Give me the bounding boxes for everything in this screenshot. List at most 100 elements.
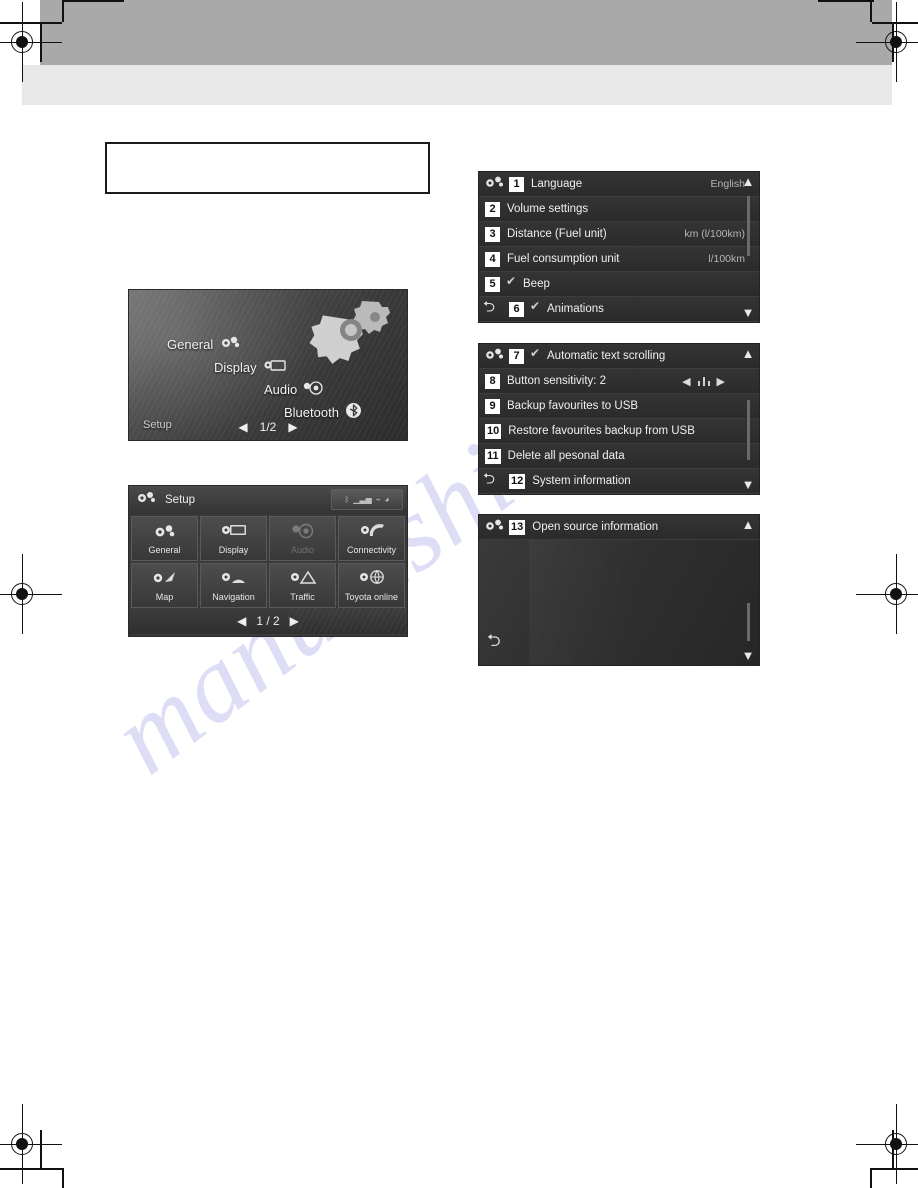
- scroll-thumb[interactable]: [747, 603, 750, 641]
- table-row[interactable]: 5 Beep: [479, 272, 759, 297]
- row-label: Animations: [547, 303, 604, 315]
- toyota-online-icon: [358, 569, 386, 589]
- splash-entry-general[interactable]: General: [167, 335, 241, 353]
- setup-tile-label: Audio: [290, 545, 315, 555]
- setup-tile-toyota-online[interactable]: Toyota online: [338, 563, 405, 608]
- row-label: Open source information: [532, 521, 659, 533]
- setup-tile-general[interactable]: General: [131, 516, 198, 561]
- table-row[interactable]: 7 Automatic text scrolling: [479, 344, 759, 369]
- scroll-down-arrow[interactable]: ▼: [742, 649, 755, 662]
- table-row[interactable]: 3 Distance (Fuel unit) km (l/100km): [479, 222, 759, 247]
- bluetooth-icon: ᛒ: [344, 494, 350, 504]
- table-row[interactable]: ⮌ 12 System information: [479, 469, 759, 494]
- setup-grid-titlebar: Setup ᛒ ▁▃▅ ⌁ ◕: [129, 486, 407, 514]
- splash-prev-arrow[interactable]: ◀: [238, 420, 247, 434]
- splash-next-arrow[interactable]: ▶: [288, 420, 297, 434]
- gear-icon: [152, 523, 178, 542]
- checkbox-checked-icon[interactable]: [530, 346, 542, 362]
- setup-tile-grid: General Display Audio Connectivity Map N…: [129, 514, 407, 608]
- row-label: System information: [532, 475, 631, 487]
- row-label: Fuel consumption unit: [507, 253, 620, 265]
- display-icon: [263, 358, 287, 377]
- setup-tile-label: General: [148, 544, 181, 555]
- row-number: 11: [485, 448, 501, 464]
- scroll-up-arrow[interactable]: ▲: [742, 347, 755, 360]
- general-settings-list-screenshot-2: 7 Automatic text scrolling 8 Button sens…: [478, 343, 760, 495]
- row-number: 4: [485, 251, 500, 267]
- back-arrow-icon[interactable]: ⮌: [483, 469, 495, 494]
- setup-tile-connectivity[interactable]: Connectivity: [338, 516, 405, 561]
- header-band-light: [22, 65, 892, 105]
- scroll-down-arrow[interactable]: ▼: [742, 478, 755, 491]
- back-arrow-icon[interactable]: ⮌: [483, 297, 495, 322]
- setup-tile-label: Navigation: [212, 592, 255, 602]
- row-label: Delete all pesonal data: [507, 450, 625, 462]
- checkbox-checked-icon[interactable]: [530, 299, 542, 315]
- row-label: Distance (Fuel unit): [507, 228, 607, 240]
- setup-tile-traffic[interactable]: Traffic: [269, 563, 336, 608]
- splash-entry-display[interactable]: Display: [214, 358, 287, 377]
- table-row[interactable]: 10 Restore favourites backup from USB: [479, 419, 759, 444]
- display-icon: [220, 522, 248, 542]
- signal-bars-icon: ▁▃▅: [353, 494, 372, 504]
- gear-icon: [483, 518, 505, 537]
- row-label: Volume settings: [507, 203, 589, 215]
- splash-entry-label: General: [167, 336, 214, 352]
- table-row[interactable]: 9 Backup favourites to USB: [479, 394, 759, 419]
- scroll-thumb[interactable]: [747, 196, 750, 256]
- table-row[interactable]: 8 Button sensitivity: 2 ◀ ▶: [479, 369, 759, 394]
- row-number: 8: [485, 373, 500, 389]
- row-number: 6: [509, 301, 524, 317]
- splash-pager: ◀ 1/2 ▶: [129, 420, 407, 434]
- table-row[interactable]: 2 Volume settings: [479, 197, 759, 222]
- splash-page-indicator: 1/2: [259, 420, 277, 434]
- open-source-information-screenshot: 13 Open source information ⮌ ▲ ▼ EN4008D…: [478, 514, 760, 666]
- setup-grid-screenshot: Setup ᛒ ▁▃▅ ⌁ ◕ General Display Audio Co…: [128, 485, 408, 637]
- table-row[interactable]: 1 Language English: [479, 172, 759, 197]
- gear-icon: [483, 347, 505, 366]
- row-number: 12: [509, 473, 526, 489]
- setup-tile-label: Traffic: [290, 592, 315, 602]
- row-label: Backup favourites to USB: [507, 400, 639, 412]
- setup-tile-map[interactable]: Map: [131, 563, 198, 608]
- back-arrow-icon[interactable]: ⮌: [487, 628, 501, 657]
- table-row[interactable]: 13 Open source information: [479, 515, 759, 540]
- gear-icon: [135, 490, 157, 510]
- table-row[interactable]: ⮌ 6 Animations: [479, 297, 759, 322]
- sensitivity-next-arrow[interactable]: ▶: [717, 375, 725, 388]
- row-number: 10: [485, 423, 502, 439]
- row-number: 3: [485, 226, 500, 242]
- registration-mark-top-left: [0, 2, 62, 82]
- large-gear-icon: [307, 298, 393, 369]
- table-row[interactable]: 4 Fuel consumption unit l/100km: [479, 247, 759, 272]
- manual-page: manualshive: [0, 0, 918, 1188]
- registration-mark-top-right: [856, 2, 918, 82]
- setup-tile-label: Toyota online: [344, 592, 399, 602]
- row-number: 13: [509, 519, 526, 535]
- table-row[interactable]: 11 Delete all pesonal data: [479, 444, 759, 469]
- scroll-up-arrow[interactable]: ▲: [742, 518, 755, 531]
- setup-splash-screenshot: General Display Audio Bluetooth Setup ◀ …: [128, 289, 408, 441]
- scroll-thumb[interactable]: [747, 400, 750, 460]
- connectivity-icon: [358, 522, 386, 542]
- row-label: Language: [531, 178, 583, 190]
- scrollbar[interactable]: ▲ ▼: [737, 515, 759, 665]
- setup-tile-label: Connectivity: [346, 545, 397, 555]
- row-number: 5: [485, 276, 500, 292]
- setup-grid-next-arrow[interactable]: ▶: [290, 614, 299, 628]
- setup-grid-prev-arrow[interactable]: ◀: [237, 614, 246, 628]
- registration-mark-middle-right: [856, 554, 918, 634]
- sensitivity-prev-arrow[interactable]: ◀: [682, 375, 690, 388]
- row-label: Automatic text scrolling: [547, 350, 666, 362]
- scroll-down-arrow[interactable]: ▼: [742, 306, 755, 319]
- setup-tile-navigation[interactable]: Navigation: [200, 563, 267, 608]
- row-number: 7: [509, 348, 524, 364]
- row-label: Restore favourites backup from USB: [508, 425, 695, 437]
- setup-tile-display[interactable]: Display: [200, 516, 267, 561]
- audio-icon: [303, 380, 325, 399]
- splash-entry-audio[interactable]: Audio: [264, 380, 325, 399]
- setup-grid-pager: ◀ 1 / 2 ▶: [129, 608, 407, 634]
- scroll-up-arrow[interactable]: ▲: [742, 175, 755, 188]
- checkbox-checked-icon[interactable]: [506, 274, 518, 290]
- splash-entry-bluetooth[interactable]: Bluetooth: [284, 402, 362, 422]
